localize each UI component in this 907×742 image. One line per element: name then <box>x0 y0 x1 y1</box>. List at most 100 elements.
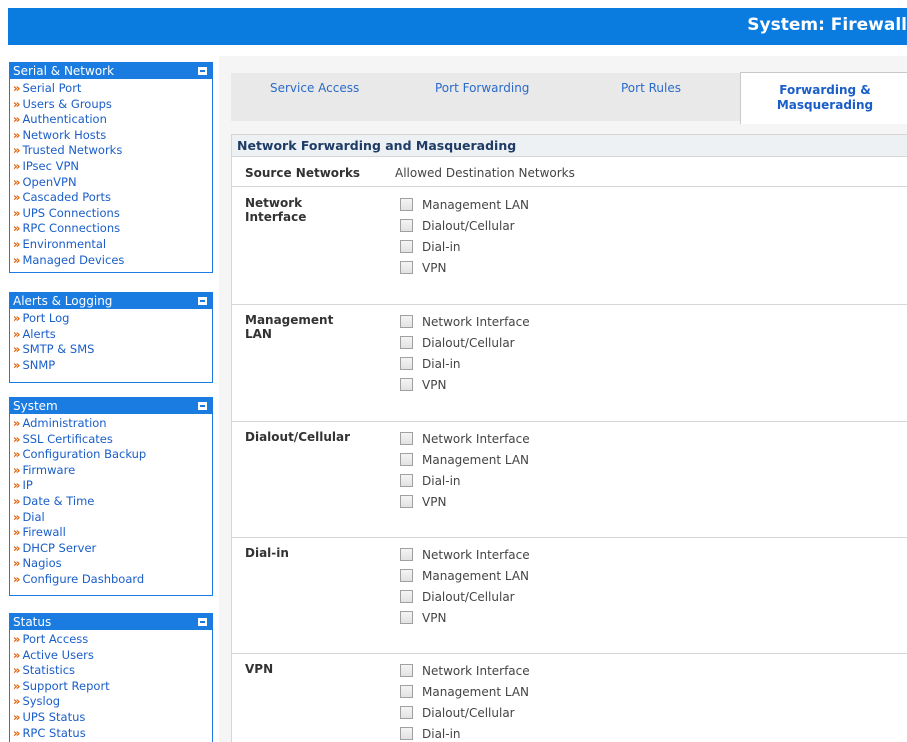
sidebar-item-configure-dashboard[interactable]: » Configure Dashboard <box>13 572 212 588</box>
dest-option[interactable]: Dialout/Cellular <box>400 590 515 610</box>
tab-forwarding-masquerading[interactable]: Forwarding & Masquerading <box>740 72 907 124</box>
checkbox[interactable] <box>400 378 413 391</box>
dest-option[interactable]: Network Interface <box>400 548 530 568</box>
checkbox[interactable] <box>400 240 413 253</box>
sidebar-item-rpc-connections[interactable]: » RPC Connections <box>13 221 212 237</box>
tab-service-access[interactable]: Service Access <box>270 81 359 95</box>
collapse-icon[interactable] <box>198 67 207 75</box>
sidebar-item-smtp-sms[interactable]: » SMTP & SMS <box>13 342 212 358</box>
sidebar-item-serial-port[interactable]: » Serial Port <box>13 81 212 97</box>
collapse-icon[interactable] <box>198 402 207 410</box>
dest-option[interactable]: Network Interface <box>400 664 530 684</box>
dest-option[interactable]: Network Interface <box>400 432 530 452</box>
source-row-dial-in: Dial-in Network Interface Management LAN… <box>232 538 907 654</box>
collapse-icon[interactable] <box>198 297 207 305</box>
sidebar-item-alerts[interactable]: » Alerts <box>13 327 212 343</box>
sidebar-item-rpc-status[interactable]: » RPC Status <box>13 726 212 742</box>
checkbox[interactable] <box>400 474 413 487</box>
dest-option[interactable]: Dial-in <box>400 474 461 494</box>
checkbox[interactable] <box>400 315 413 328</box>
dest-option[interactable]: VPN <box>400 261 446 281</box>
dest-option[interactable]: Management LAN <box>400 569 529 589</box>
sidebar-item-configuration-backup[interactable]: » Configuration Backup <box>13 447 212 463</box>
sidebar-item-cascaded-ports[interactable]: » Cascaded Ports <box>13 190 212 206</box>
checkbox[interactable] <box>400 727 413 740</box>
sidebar-item-label: IP <box>22 478 33 493</box>
sidebar-item-network-hosts[interactable]: » Network Hosts <box>13 128 212 144</box>
tab-port-forwarding[interactable]: Port Forwarding <box>435 81 529 95</box>
checkbox[interactable] <box>400 261 413 274</box>
sidebar-item-users-groups[interactable]: » Users & Groups <box>13 97 212 113</box>
dest-option[interactable]: Dial-in <box>400 727 461 742</box>
sidebar-item-environmental[interactable]: » Environmental <box>13 237 212 253</box>
arrow-icon: » <box>13 158 21 173</box>
checkbox[interactable] <box>400 453 413 466</box>
sidebar-menu: » Port Log » Alerts » SMTP & SMS » SNMP <box>10 309 212 376</box>
dest-option[interactable]: Management LAN <box>400 685 529 705</box>
dest-option-label: VPN <box>422 378 447 392</box>
sidebar-item-statistics[interactable]: » Statistics <box>13 663 212 679</box>
collapse-icon[interactable] <box>198 618 207 626</box>
sidebar-item-ssl-certificates[interactable]: » SSL Certificates <box>13 432 212 448</box>
dest-option[interactable]: VPN <box>400 611 446 631</box>
checkbox[interactable] <box>400 432 413 445</box>
sidebar-item-syslog[interactable]: » Syslog <box>13 694 212 710</box>
sidebar-item-label: DHCP Server <box>22 540 97 555</box>
sidebar-item-snmp[interactable]: » SNMP <box>13 358 212 374</box>
dest-option[interactable]: VPN <box>400 378 446 398</box>
source-label-line1: Management <box>245 313 334 327</box>
dest-option[interactable]: Management LAN <box>400 198 529 218</box>
checkbox[interactable] <box>400 198 413 211</box>
sidebar-item-authentication[interactable]: » Authentication <box>13 112 212 128</box>
checkbox[interactable] <box>400 706 413 719</box>
dest-option[interactable]: Dialout/Cellular <box>400 219 515 239</box>
sidebar-item-managed-devices[interactable]: » Managed Devices <box>13 253 212 269</box>
checkbox[interactable] <box>400 495 413 508</box>
sidebar-item-active-users[interactable]: » Active Users <box>13 648 212 664</box>
sidebar-item-dhcp-server[interactable]: » DHCP Server <box>13 541 212 557</box>
sidebar-item-ups-connections[interactable]: » UPS Connections <box>13 206 212 222</box>
dest-option[interactable]: Management LAN <box>400 453 529 473</box>
sidebar-item-trusted-networks[interactable]: » Trusted Networks <box>13 143 212 159</box>
checkbox[interactable] <box>400 685 413 698</box>
source-network-label: Network Interface <box>245 196 375 224</box>
checkbox[interactable] <box>400 664 413 677</box>
sidebar-menu: » Serial Port » Users & Groups » Authentica… <box>10 79 212 271</box>
dest-option[interactable]: Dialout/Cellular <box>400 336 515 356</box>
sidebar-item-dial[interactable]: » Dial <box>13 510 212 526</box>
sidebar-item-nagios[interactable]: » Nagios <box>13 556 212 572</box>
dest-option-label: Network Interface <box>422 315 530 329</box>
sidebar-item-administration[interactable]: » Administration <box>13 416 212 432</box>
dest-option[interactable]: VPN <box>400 495 446 515</box>
dest-option-label: Dialout/Cellular <box>422 336 515 350</box>
dest-option[interactable]: Network Interface <box>400 315 530 335</box>
checkbox[interactable] <box>400 569 413 582</box>
sidebar-item-ipsec-vpn[interactable]: » IPsec VPN <box>13 159 212 175</box>
tab-port-rules[interactable]: Port Rules <box>621 81 681 95</box>
sidebar-item-port-access[interactable]: » Port Access <box>13 632 212 648</box>
sidebar-item-date-time[interactable]: » Date & Time <box>13 494 212 510</box>
sidebar-item-ip[interactable]: » IP <box>13 478 212 494</box>
checkbox[interactable] <box>400 590 413 603</box>
sidebar-section-header[interactable]: Alerts & Logging <box>10 293 212 309</box>
sidebar-section-header[interactable]: Status <box>10 614 212 630</box>
dest-option[interactable]: Dial-in <box>400 240 461 260</box>
sidebar-section-header[interactable]: Serial & Network <box>10 63 212 79</box>
checkbox[interactable] <box>400 219 413 232</box>
checkbox[interactable] <box>400 357 413 370</box>
checkbox[interactable] <box>400 336 413 349</box>
arrow-icon: » <box>13 478 21 493</box>
sidebar-item-ups-status[interactable]: » UPS Status <box>13 710 212 726</box>
dest-option[interactable]: Dial-in <box>400 357 461 377</box>
sidebar-item-port-log[interactable]: » Port Log <box>13 311 212 327</box>
sidebar-item-firewall[interactable]: » Firewall <box>13 525 212 541</box>
sidebar-section-header[interactable]: System <box>10 398 212 414</box>
dest-option-label: Dialout/Cellular <box>422 706 515 720</box>
sidebar-item-label: Environmental <box>22 236 107 251</box>
checkbox[interactable] <box>400 611 413 624</box>
dest-option[interactable]: Dialout/Cellular <box>400 706 515 726</box>
sidebar-item-firmware[interactable]: » Firmware <box>13 463 212 479</box>
sidebar-item-openvpn[interactable]: » OpenVPN <box>13 175 212 191</box>
sidebar-item-support-report[interactable]: » Support Report <box>13 679 212 695</box>
checkbox[interactable] <box>400 548 413 561</box>
